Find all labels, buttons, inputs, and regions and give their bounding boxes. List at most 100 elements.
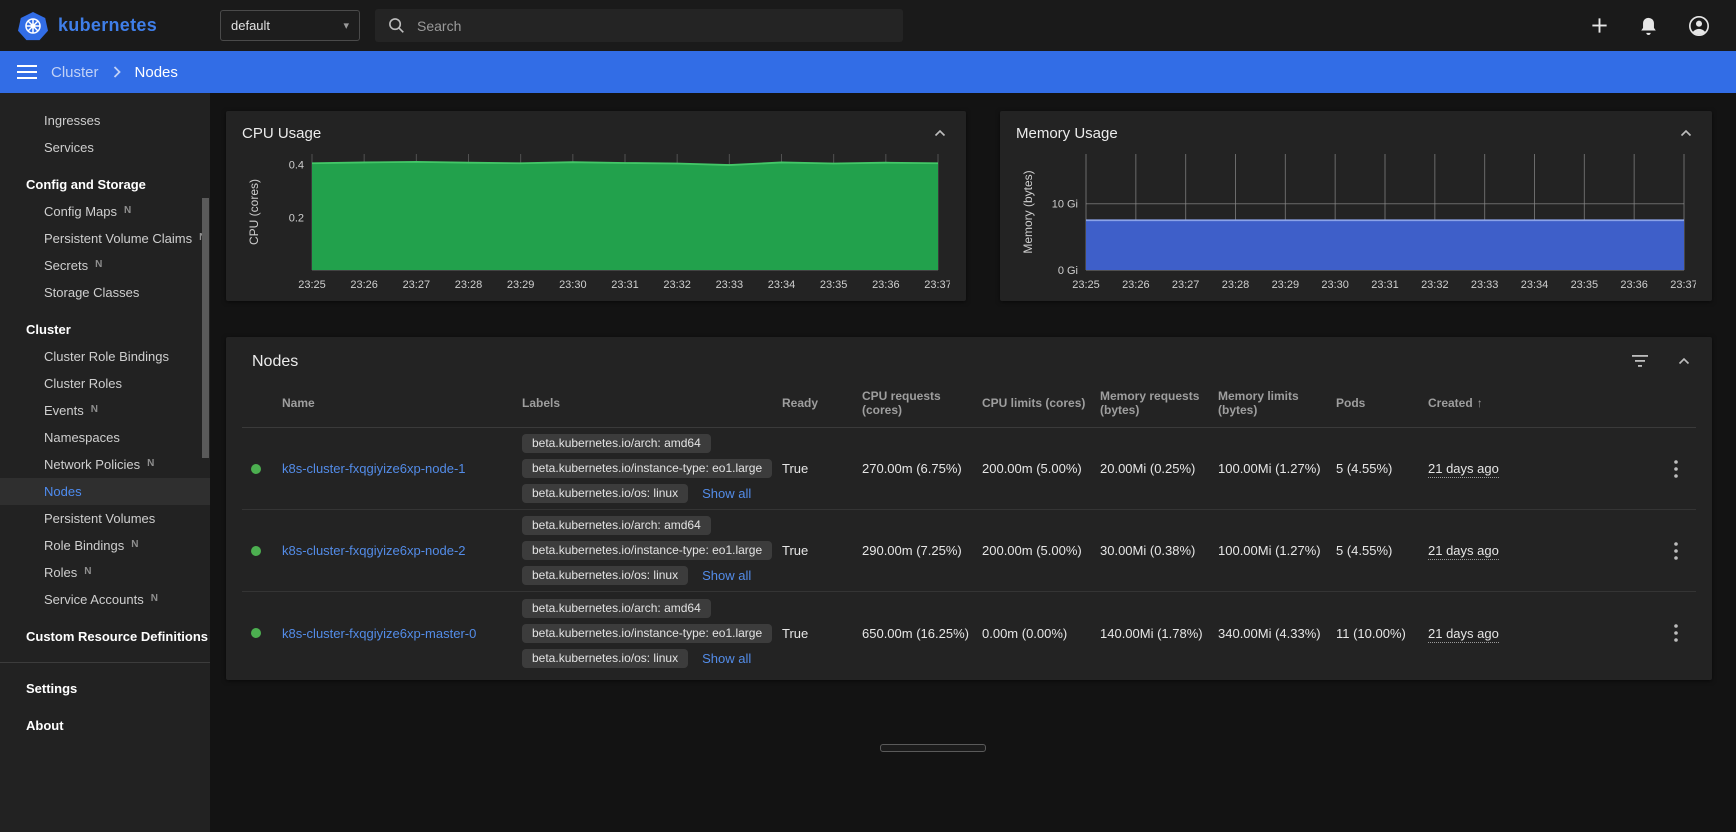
column-header-cpu-limits-cores[interactable]: CPU limits (cores): [982, 396, 1100, 410]
sidebar-item-label: Config and Storage: [26, 177, 146, 192]
row-actions-button[interactable]: [1674, 624, 1678, 642]
svg-text:0.2: 0.2: [289, 212, 304, 224]
column-header-cpu-requests-cores[interactable]: CPU requests (cores): [862, 389, 982, 417]
labels-cell: beta.kubernetes.io/arch: amd64beta.kuber…: [522, 434, 782, 503]
sidebar-item-label: Secrets: [44, 258, 88, 273]
row-actions-button[interactable]: [1674, 542, 1678, 560]
sidebar-item-cluster-roles[interactable]: Cluster Roles: [0, 370, 210, 397]
sidebar-item-service-accounts[interactable]: Service AccountsN: [0, 586, 210, 613]
node-name-link[interactable]: k8s-cluster-fxqgiyize6xp-node-1: [282, 461, 466, 476]
column-header-created[interactable]: Created↑: [1428, 396, 1656, 410]
sidebar-item-cluster-role-bindings[interactable]: Cluster Role Bindings: [0, 343, 210, 370]
partial-element: [880, 744, 986, 752]
cpu-chart-svg: 23:2523:2623:2723:2823:2923:3023:3123:32…: [242, 146, 950, 296]
nodes-collapse-button[interactable]: [1678, 357, 1690, 365]
column-header-name[interactable]: Name: [282, 396, 522, 410]
namespace-select[interactable]: default ▾: [220, 10, 360, 41]
row-actions-button[interactable]: [1674, 460, 1678, 478]
created-cell: 21 days ago: [1428, 626, 1656, 641]
brand-name: kubernetes: [58, 15, 157, 36]
search-icon: [388, 17, 405, 34]
column-header-memory-requests-bytes[interactable]: Memory requests (bytes): [1100, 389, 1218, 417]
breadcrumb: Cluster Nodes: [0, 51, 1736, 93]
breadcrumb-cluster-link[interactable]: Cluster: [51, 64, 99, 81]
show-all-link[interactable]: Show all: [702, 651, 751, 666]
pods-cell: 5 (4.55%): [1336, 461, 1428, 476]
kebab-menu-icon: [1674, 624, 1678, 642]
create-button[interactable]: [1590, 16, 1609, 35]
svg-text:CPU (cores): CPU (cores): [247, 179, 261, 245]
sidebar-item-config-maps[interactable]: Config MapsN: [0, 198, 210, 225]
name-cell: k8s-cluster-fxqgiyize6xp-node-1: [282, 461, 522, 476]
label-chip: beta.kubernetes.io/os: linux: [522, 649, 688, 668]
svg-text:23:33: 23:33: [716, 279, 744, 291]
sidebar-item-nodes[interactable]: Nodes: [0, 478, 210, 505]
charts-row: CPU Usage 23:2523:2623:2723:2823:2923:30…: [226, 111, 1712, 301]
sidebar-item-label: Network Policies: [44, 457, 140, 472]
sidebar-scrollbar[interactable]: [202, 198, 209, 458]
svg-text:23:36: 23:36: [1620, 279, 1648, 291]
account-button[interactable]: [1688, 15, 1710, 37]
cpu-requests-cell: 270.00m (6.75%): [862, 461, 982, 476]
created-value: 21 days ago: [1428, 543, 1499, 560]
ready-cell: True: [782, 626, 862, 641]
sidebar-list: IngressesServices Config and Storage Confi…: [0, 107, 210, 739]
column-header-memory-limits-bytes[interactable]: Memory limits (bytes): [1218, 389, 1336, 417]
sidebar-item-roles[interactable]: RolesN: [0, 559, 210, 586]
sidebar-item-label: Storage Classes: [44, 285, 139, 300]
memory-chart-svg: 23:2523:2623:2723:2823:2923:3023:3123:32…: [1016, 146, 1696, 296]
label-chip: beta.kubernetes.io/instance-type: eo1.la…: [522, 459, 772, 478]
node-name-link[interactable]: k8s-cluster-fxqgiyize6xp-master-0: [282, 626, 476, 641]
notifications-button[interactable]: [1639, 16, 1658, 36]
svg-text:0 Gi: 0 Gi: [1058, 265, 1078, 277]
sidebar-item-ingresses[interactable]: Ingresses: [0, 107, 210, 134]
chevron-down-icon: ▾: [343, 19, 349, 32]
show-all-link[interactable]: Show all: [702, 486, 751, 501]
memory-collapse-button[interactable]: [1680, 129, 1692, 137]
pods-cell: 11 (10.00%): [1336, 626, 1428, 641]
name-cell: k8s-cluster-fxqgiyize6xp-node-2: [282, 543, 522, 558]
search-input[interactable]: [417, 18, 890, 34]
sidebar-item-custom-resource-definitions[interactable]: Custom Resource Definitions: [0, 623, 210, 650]
sidebar-item-role-bindings[interactable]: Role BindingsN: [0, 532, 210, 559]
cpu-limits-cell: 200.00m (5.00%): [982, 461, 1100, 476]
sidebar-item-persistent-volumes[interactable]: Persistent Volumes: [0, 505, 210, 532]
svg-text:23:33: 23:33: [1471, 279, 1499, 291]
sidebar-item-settings[interactable]: Settings: [0, 675, 210, 702]
svg-text:23:29: 23:29: [1272, 279, 1300, 291]
sidebar-item-label: Namespaces: [44, 430, 120, 445]
plus-icon: [1590, 16, 1609, 35]
brand[interactable]: kubernetes: [0, 11, 210, 41]
sidebar-item-secrets[interactable]: SecretsN: [0, 252, 210, 279]
column-header-ready[interactable]: Ready: [782, 396, 862, 410]
label-chip-row: beta.kubernetes.io/os: linuxShow all: [522, 484, 751, 503]
sidebar-item-network-policies[interactable]: Network PoliciesN: [0, 451, 210, 478]
namespace-value: default: [231, 18, 270, 33]
sidebar-item-label: Cluster Role Bindings: [44, 349, 169, 364]
node-name-link[interactable]: k8s-cluster-fxqgiyize6xp-node-2: [282, 543, 466, 558]
column-header-labels[interactable]: Labels: [522, 396, 782, 410]
label-chip-row: beta.kubernetes.io/instance-type: eo1.la…: [522, 541, 772, 560]
menu-button[interactable]: [17, 65, 37, 79]
chevron-right-icon: [113, 66, 121, 78]
ready-cell: True: [782, 461, 862, 476]
sidebar-item-events[interactable]: EventsN: [0, 397, 210, 424]
filter-button[interactable]: [1632, 355, 1648, 367]
memory-limits-cell: 100.00Mi (1.27%): [1218, 461, 1336, 476]
show-all-link[interactable]: Show all: [702, 568, 751, 583]
node-ready-dot: [251, 546, 261, 556]
nodes-card-actions: [1632, 355, 1690, 367]
memory-requests-cell: 20.00Mi (0.25%): [1100, 461, 1218, 476]
svg-text:23:37: 23:37: [1670, 279, 1696, 291]
sidebar-item-label: Cluster: [26, 322, 71, 337]
svg-text:23:30: 23:30: [559, 279, 587, 291]
column-header-pods[interactable]: Pods: [1336, 396, 1428, 410]
sidebar-item-namespaces[interactable]: Namespaces: [0, 424, 210, 451]
chevron-up-icon: [934, 129, 946, 137]
cpu-usage-card: CPU Usage 23:2523:2623:2723:2823:2923:30…: [226, 111, 966, 301]
cpu-collapse-button[interactable]: [934, 129, 946, 137]
sidebar-item-about[interactable]: About: [0, 712, 210, 739]
sidebar-item-storage-classes[interactable]: Storage Classes: [0, 279, 210, 306]
sidebar-item-persistent-volume-claims[interactable]: Persistent Volume ClaimsN: [0, 225, 210, 252]
sidebar-item-services[interactable]: Services: [0, 134, 210, 161]
